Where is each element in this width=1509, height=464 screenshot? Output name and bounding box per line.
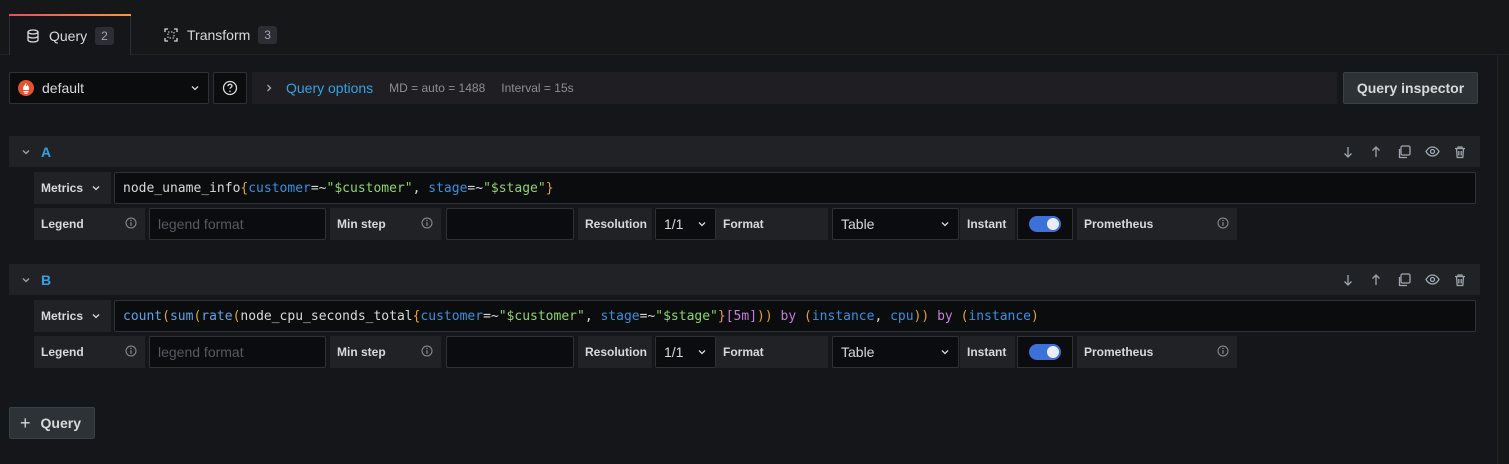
format-value: Table <box>841 216 875 232</box>
query-row-actions <box>1340 264 1468 295</box>
query-expression-input[interactable]: node_uname_info{customer=~"$customer", s… <box>114 172 1476 204</box>
format-label: Format <box>716 336 828 368</box>
query-options-interval: Interval = 15s <box>501 81 574 95</box>
prometheus-label: Prometheus <box>1084 217 1154 231</box>
min-step-input[interactable] <box>446 208 574 240</box>
metrics-label: Metrics <box>41 181 84 195</box>
query-editor-panel <box>0 55 1497 464</box>
min-step-label: Min step <box>337 217 386 231</box>
resolution-select[interactable]: 1/1 <box>655 336 716 368</box>
min-step-label-cell: Min step <box>330 336 441 368</box>
resolution-select[interactable]: 1/1 <box>655 208 716 240</box>
format-select[interactable]: Table <box>832 336 959 368</box>
chevron-down-icon <box>91 183 101 193</box>
query-inspector-button[interactable]: Query inspector <box>1343 72 1478 104</box>
info-circle-icon[interactable] <box>1217 345 1229 357</box>
tab-query[interactable]: Query 2 <box>9 14 131 55</box>
query-expression-input[interactable]: count(sum(rate(node_cpu_seconds_total{cu… <box>114 300 1476 332</box>
resolution-value: 1/1 <box>664 216 684 232</box>
tab-transform-count: 3 <box>258 25 277 44</box>
instant-label: Instant <box>960 208 1015 240</box>
format-select[interactable]: Table <box>832 208 959 240</box>
min-step-label: Min step <box>337 345 386 359</box>
format-label: Format <box>716 208 828 240</box>
plus-icon: + <box>20 413 31 433</box>
move-down-icon[interactable] <box>1340 272 1356 288</box>
min-step-label-cell: Min step <box>330 208 441 240</box>
format-value: Table <box>841 344 875 360</box>
query-options-title: Query options <box>286 80 374 96</box>
instant-toggle-box <box>1017 336 1073 368</box>
resolution-label: Resolution <box>578 336 652 368</box>
tab-query-label: Query <box>49 27 88 44</box>
info-circle-icon[interactable] <box>421 345 433 357</box>
transform-icon <box>164 27 178 42</box>
chevron-down-icon <box>940 347 950 357</box>
info-circle-icon[interactable] <box>421 217 433 229</box>
duplicate-icon[interactable] <box>1396 272 1412 288</box>
eye-icon[interactable] <box>1424 272 1440 288</box>
tab-transform[interactable]: Transform 3 <box>148 14 293 55</box>
add-query-button[interactable]: + Query <box>9 407 95 439</box>
info-circle-icon[interactable] <box>125 345 137 357</box>
chevron-down-icon <box>697 219 707 229</box>
trash-icon[interactable] <box>1452 272 1468 288</box>
eye-icon[interactable] <box>1424 144 1440 160</box>
query-row-header[interactable]: A <box>9 136 1480 167</box>
chevron-down-icon <box>697 347 707 357</box>
trash-icon[interactable] <box>1452 144 1468 160</box>
tab-query-count: 2 <box>95 26 114 45</box>
duplicate-icon[interactable] <box>1396 144 1412 160</box>
question-circle-icon <box>222 80 238 96</box>
legend-label: Legend <box>41 217 84 231</box>
query-options-toggle[interactable]: Query options MD = auto = 1488 Interval … <box>252 72 1337 104</box>
move-down-icon[interactable] <box>1340 144 1356 160</box>
metrics-dropdown[interactable]: Metrics <box>34 300 111 332</box>
resolution-value: 1/1 <box>664 344 684 360</box>
query-row-actions <box>1340 136 1468 167</box>
legend-input[interactable]: legend format <box>149 208 326 240</box>
prometheus-label-cell: Prometheus <box>1077 336 1237 368</box>
chevron-right-icon <box>264 83 274 93</box>
datasource-name: default <box>42 80 85 96</box>
scrollbar[interactable] <box>1497 55 1509 464</box>
query-ref-id[interactable]: B <box>41 272 51 288</box>
database-icon <box>26 28 40 43</box>
chevron-down-icon <box>91 311 101 321</box>
move-up-icon[interactable] <box>1368 272 1384 288</box>
min-step-input[interactable] <box>446 336 574 368</box>
help-button[interactable] <box>213 72 247 104</box>
info-circle-icon[interactable] <box>125 217 137 229</box>
legend-label-cell: Legend <box>34 208 145 240</box>
chevron-down-icon <box>940 219 950 229</box>
legend-label-cell: Legend <box>34 336 145 368</box>
info-circle-icon[interactable] <box>1217 217 1229 229</box>
resolution-label: Resolution <box>578 208 652 240</box>
query-row-header[interactable]: B <box>9 264 1480 295</box>
prometheus-label: Prometheus <box>1084 345 1154 359</box>
legend-label: Legend <box>41 345 84 359</box>
query-expression: count(sum(rate(node_cpu_seconds_total{cu… <box>123 308 1039 324</box>
metrics-dropdown[interactable]: Metrics <box>34 172 111 204</box>
query-options-md: MD = auto = 1488 <box>389 81 486 95</box>
instant-label: Instant <box>960 336 1015 368</box>
prometheus-label-cell: Prometheus <box>1077 208 1237 240</box>
datasource-select[interactable]: default <box>9 72 209 104</box>
legend-input[interactable]: legend format <box>149 336 326 368</box>
prometheus-icon <box>18 80 34 96</box>
add-query-label: Query <box>40 415 81 431</box>
instant-toggle-box <box>1017 208 1073 240</box>
metrics-label: Metrics <box>41 309 84 323</box>
instant-toggle[interactable] <box>1029 344 1061 360</box>
tab-bar: Query 2 Transform 3 <box>0 0 1509 55</box>
tab-transform-label: Transform <box>187 26 251 43</box>
query-ref-id[interactable]: A <box>41 144 51 160</box>
instant-toggle[interactable] <box>1029 216 1061 232</box>
chevron-down-icon <box>190 83 200 93</box>
chevron-down-icon[interactable] <box>21 147 31 157</box>
chevron-down-icon[interactable] <box>21 275 31 285</box>
query-expression: node_uname_info{customer=~"$customer", s… <box>123 180 554 196</box>
move-up-icon[interactable] <box>1368 144 1384 160</box>
